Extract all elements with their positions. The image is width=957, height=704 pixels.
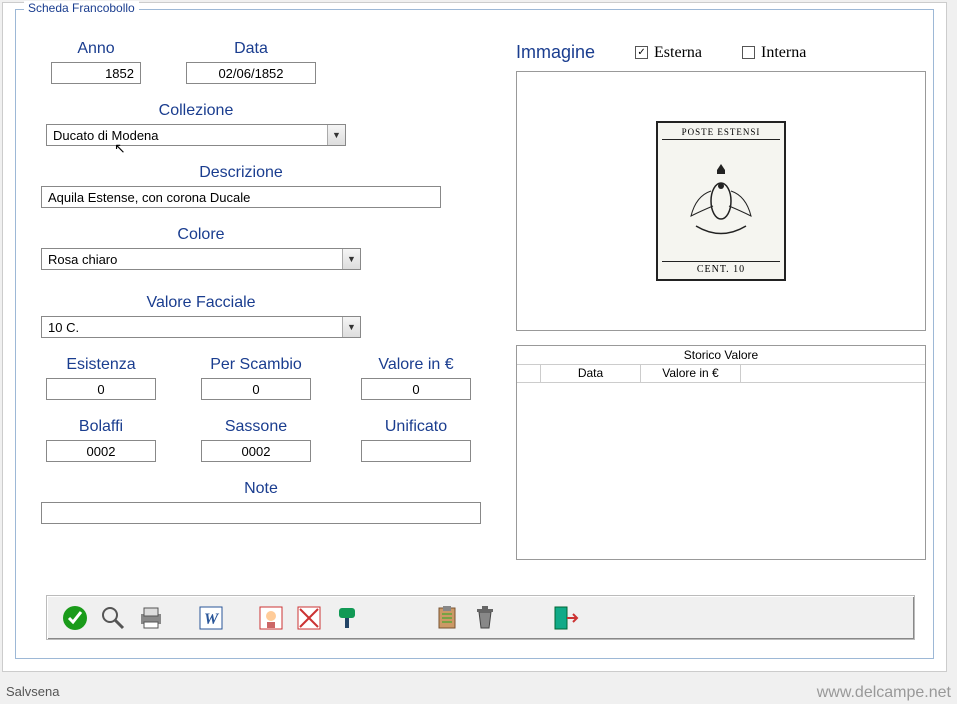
stamp-bottom-text: CENT. 10	[662, 261, 780, 275]
history-col-data[interactable]: Data	[541, 365, 641, 382]
checkbox-icon	[742, 46, 755, 59]
label-anno: Anno	[77, 40, 114, 58]
label-collezione: Collezione	[159, 102, 234, 120]
label-immagine: Immagine	[516, 42, 595, 63]
search-button[interactable]	[95, 600, 131, 636]
label-esterna: Esterna	[654, 44, 702, 62]
word-export-button[interactable]: W	[193, 600, 229, 636]
label-sassone: Sassone	[225, 418, 287, 436]
history-col-valore[interactable]: Valore in €	[641, 365, 741, 382]
valore-eur-input[interactable]	[361, 378, 471, 400]
checkbox-icon: ✓	[635, 46, 648, 59]
fieldset-legend: Scheda Francobollo	[24, 1, 139, 15]
chevron-down-icon: ▼	[342, 317, 360, 337]
label-colore: Colore	[177, 226, 224, 244]
sassone-input[interactable]	[201, 440, 311, 462]
print-button[interactable]	[133, 600, 169, 636]
image-section: Immagine ✓ Esterna Interna POSTE ESTENSI	[516, 42, 926, 331]
chevron-down-icon: ▼	[342, 249, 360, 269]
per-scambio-input[interactable]	[201, 378, 311, 400]
label-bolaffi: Bolaffi	[79, 418, 123, 436]
watermark: www.delcampe.net	[817, 684, 951, 702]
label-descrizione: Descrizione	[199, 164, 283, 182]
confirm-button[interactable]	[57, 600, 93, 636]
clipboard-button[interactable]	[429, 600, 465, 636]
fieldset: Scheda Francobollo Anno Data Collezione …	[15, 9, 934, 659]
form-area: Anno Data Collezione Ducato di Modena ▼ …	[36, 40, 496, 524]
colore-combo[interactable]: Rosa chiaro ▼	[41, 248, 361, 270]
stamp-eagle-icon	[662, 140, 780, 261]
data-input[interactable]	[186, 62, 316, 84]
label-esistenza: Esistenza	[66, 356, 135, 374]
history-title: Storico Valore	[517, 346, 925, 365]
main-window: Scheda Francobollo Anno Data Collezione …	[2, 2, 947, 672]
history-table: Storico Valore Data Valore in €	[516, 345, 926, 560]
status-bar: Salvsena www.delcampe.net	[6, 684, 951, 702]
label-unificato: Unificato	[385, 418, 447, 436]
label-note: Note	[244, 480, 278, 498]
stamp-image: POSTE ESTENSI CENT. 10	[656, 121, 786, 281]
label-interna: Interna	[761, 44, 806, 62]
colore-value: Rosa chiaro	[48, 252, 117, 267]
chevron-down-icon: ▼	[327, 125, 345, 145]
anno-input[interactable]	[51, 62, 141, 84]
label-valore-eur: Valore in €	[378, 356, 453, 374]
image-frame: POSTE ESTENSI CENT. 10	[516, 71, 926, 331]
esistenza-input[interactable]	[46, 378, 156, 400]
image-add-button[interactable]	[253, 600, 289, 636]
exit-button[interactable]	[547, 600, 583, 636]
delete-button[interactable]	[467, 600, 503, 636]
bolaffi-input[interactable]	[46, 440, 156, 462]
unificato-input[interactable]	[361, 440, 471, 462]
interna-checkbox[interactable]: Interna	[742, 44, 806, 62]
esterna-checkbox[interactable]: ✓ Esterna	[635, 44, 702, 62]
history-col-blank	[517, 365, 541, 382]
label-valore-facciale: Valore Facciale	[146, 294, 255, 312]
collezione-value: Ducato di Modena	[53, 128, 159, 143]
image-remove-button[interactable]	[291, 600, 327, 636]
toolbar: W	[46, 595, 915, 640]
status-left: Salvsena	[6, 684, 59, 702]
valore-facciale-combo[interactable]: 10 C. ▼	[41, 316, 361, 338]
svg-text:W: W	[204, 611, 220, 628]
scan-button[interactable]	[329, 600, 365, 636]
stamp-top-text: POSTE ESTENSI	[662, 127, 780, 140]
label-per-scambio: Per Scambio	[210, 356, 302, 374]
valore-facciale-value: 10 C.	[48, 320, 79, 335]
collezione-combo[interactable]: Ducato di Modena ▼	[46, 124, 346, 146]
note-input[interactable]	[41, 502, 481, 524]
label-data: Data	[234, 40, 268, 58]
descrizione-input[interactable]	[41, 186, 441, 208]
history-header-row: Data Valore in €	[517, 365, 925, 383]
